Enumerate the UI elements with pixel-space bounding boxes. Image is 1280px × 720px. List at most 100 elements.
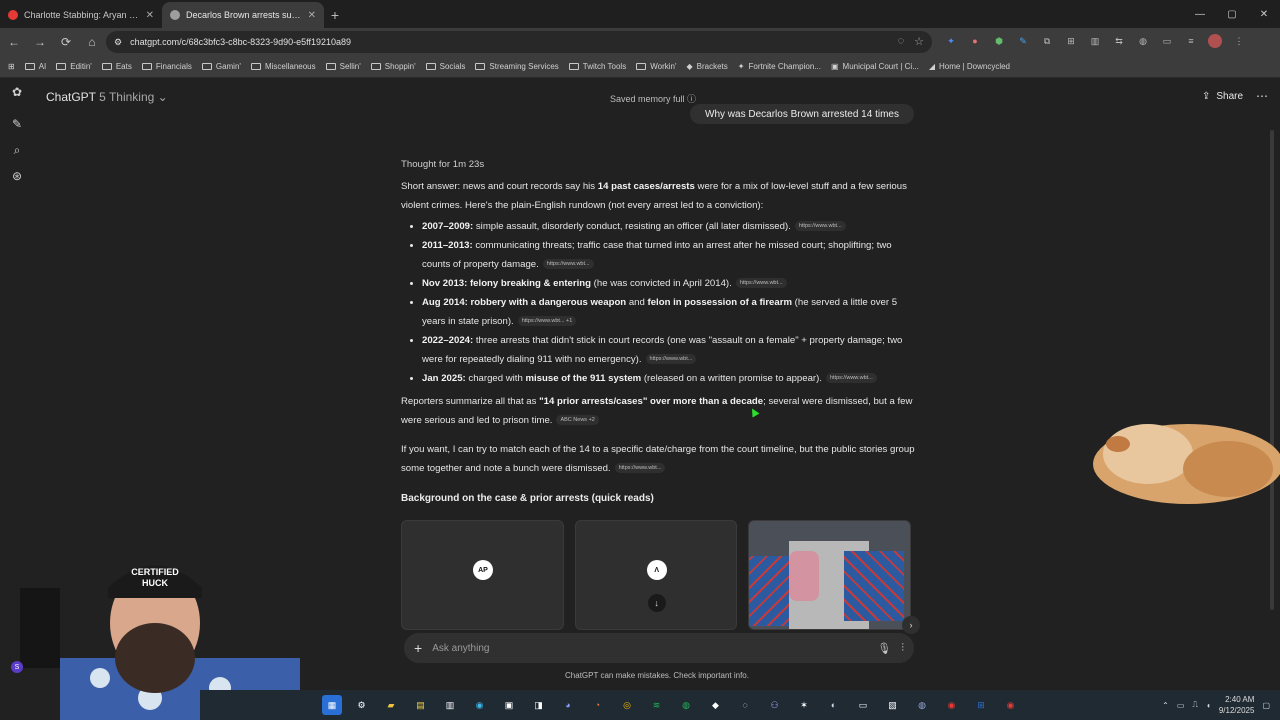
close-tab-icon[interactable]: ✕ bbox=[308, 10, 316, 21]
sticky-notes-icon[interactable]: ▤ bbox=[411, 695, 431, 715]
openai-logo-icon[interactable]: ✿ bbox=[0, 80, 34, 104]
firefox-icon[interactable]: ◔ bbox=[588, 695, 608, 715]
extension-icon[interactable]: ◍ bbox=[1136, 34, 1150, 48]
spotify-icon[interactable]: ◍ bbox=[676, 695, 696, 715]
more-options-button[interactable]: ⋯ bbox=[1256, 89, 1268, 103]
citation-chip[interactable]: ABC News +2 bbox=[556, 415, 599, 426]
news-card[interactable]: Λ ↓ bbox=[574, 520, 738, 630]
share-button[interactable]: ⇪ Share bbox=[1202, 91, 1243, 102]
message-composer[interactable]: + Ask anything 🎙 ⫶ bbox=[404, 633, 914, 663]
extension-icon[interactable]: ✎ bbox=[1016, 34, 1030, 48]
thought-duration[interactable]: Thought for 1m 23s bbox=[401, 155, 916, 174]
citation-chip[interactable]: https://www.wbt... +1 bbox=[517, 316, 577, 327]
new-tab-button[interactable]: + bbox=[324, 2, 346, 28]
bookmark-link[interactable]: ◢ Home | Downcycled bbox=[929, 62, 1010, 71]
usb-icon[interactable]: ⎍ bbox=[1192, 700, 1198, 710]
taskbar-app-icon[interactable]: ◆ bbox=[706, 695, 726, 715]
taskbar-app-icon[interactable]: ◉ bbox=[942, 695, 962, 715]
taskbar-app-icon[interactable]: ▣ bbox=[499, 695, 519, 715]
bookmark-folder[interactable]: Editin' bbox=[56, 62, 92, 71]
taskbar-app-icon[interactable]: ▦ bbox=[322, 695, 342, 715]
bookmark-folder[interactable]: AI bbox=[24, 62, 46, 71]
puzzle-icon[interactable]: ⧉ bbox=[1040, 34, 1054, 48]
extension-icon[interactable]: ✦ bbox=[944, 34, 958, 48]
bookmark-folder[interactable]: Streaming Services bbox=[475, 62, 559, 71]
controller-icon[interactable]: ⚇ bbox=[765, 695, 785, 715]
taskbar-app-icon[interactable]: ◌ bbox=[735, 695, 755, 715]
back-button[interactable]: ← bbox=[2, 30, 26, 54]
browser-tab-active[interactable]: Decarlos Brown arrests summ ✕ bbox=[162, 2, 324, 28]
citation-chip[interactable]: https://www.wbt... bbox=[825, 373, 877, 384]
bookmark-link[interactable]: ▣ Municipal Court | Ci... bbox=[831, 62, 919, 71]
discord-icon[interactable]: ◕ bbox=[558, 695, 578, 715]
avatar[interactable] bbox=[1208, 34, 1222, 48]
browser-tab[interactable]: Charlotte Stabbing: Aryan Prisc ✕ bbox=[0, 2, 162, 28]
profile-avatar[interactable]: S bbox=[11, 661, 23, 673]
bookmark-folder[interactable]: Workin' bbox=[636, 62, 677, 71]
close-window-button[interactable]: ✕ bbox=[1248, 0, 1280, 28]
news-card[interactable]: AP bbox=[401, 520, 564, 630]
network-icon[interactable]: ▭ bbox=[1177, 701, 1185, 710]
citation-chip[interactable]: https://www.wbt... bbox=[614, 463, 666, 474]
extension-icon[interactable]: ● bbox=[968, 34, 982, 48]
spotify-icon[interactable]: ≋ bbox=[647, 695, 667, 715]
bookmark-star-icon[interactable]: ☆ bbox=[914, 35, 924, 48]
download-icon[interactable]: ↓ bbox=[647, 594, 666, 612]
forward-button[interactable]: → bbox=[28, 30, 52, 54]
extension-icon[interactable]: ⊞ bbox=[1064, 34, 1078, 48]
microphone-icon[interactable]: 🎙 bbox=[877, 642, 891, 655]
composer-input[interactable]: Ask anything bbox=[432, 643, 867, 654]
chrome-icon[interactable]: ◎ bbox=[617, 695, 637, 715]
bookmark-link[interactable]: ✦ Fortnite Champion... bbox=[738, 62, 821, 71]
library-icon[interactable]: ⊛ bbox=[0, 164, 34, 188]
taskbar-app-icon[interactable]: ✶ bbox=[794, 695, 814, 715]
steam-icon[interactable]: ◐ bbox=[824, 695, 844, 715]
translate-icon[interactable]: ⇆ bbox=[1112, 34, 1126, 48]
taskbar-app-icon[interactable]: ◍ bbox=[912, 695, 932, 715]
bookmark-link[interactable]: ◆ Brackets bbox=[687, 62, 728, 71]
chevron-up-icon[interactable]: ⌃ bbox=[1162, 701, 1169, 710]
settings-icon[interactable]: ⚙ bbox=[352, 695, 372, 715]
scrollbar[interactable] bbox=[1270, 130, 1274, 610]
trash-icon[interactable]: ▥ bbox=[1088, 34, 1102, 48]
taskbar-app-icon[interactable]: ◨ bbox=[529, 695, 549, 715]
taskbar-app-icon[interactable]: ◉ bbox=[1001, 695, 1021, 715]
taskbar-app-icon[interactable]: ▥ bbox=[440, 695, 460, 715]
bookmark-folder[interactable]: Financials bbox=[141, 62, 192, 71]
reload-button[interactable]: ⟳ bbox=[54, 30, 78, 54]
bookmark-folder[interactable]: Socials bbox=[425, 62, 465, 71]
taskbar-app-icon[interactable]: ▧ bbox=[883, 695, 903, 715]
bookmark-folder[interactable]: Shoppin' bbox=[370, 62, 416, 71]
taskbar-app-icon[interactable]: ▭ bbox=[853, 695, 873, 715]
model-selector[interactable]: ChatGPT 5 Thinking ⌄ bbox=[46, 90, 168, 104]
bookmark-folder[interactable]: Sellin' bbox=[325, 62, 361, 71]
citation-chip[interactable]: https://www.wbt... bbox=[794, 221, 846, 232]
windows-icon[interactable]: ⊞ bbox=[971, 695, 991, 715]
notification-icon[interactable]: ▢ bbox=[1262, 701, 1270, 710]
bookmark-folder[interactable]: Miscellaneous bbox=[250, 62, 316, 71]
kebab-menu-icon[interactable]: ⋮ bbox=[1232, 34, 1246, 48]
file-explorer-icon[interactable]: ▰ bbox=[381, 695, 401, 715]
news-card-image[interactable] bbox=[748, 520, 912, 630]
apps-grid-icon[interactable]: ⊞ bbox=[8, 62, 15, 71]
eye-off-icon[interactable]: ◌ bbox=[898, 35, 905, 48]
memory-status[interactable]: Saved memory full ⓘ bbox=[610, 92, 696, 105]
citation-chip[interactable]: https://www.wbt... bbox=[645, 354, 697, 365]
edge-icon[interactable]: ◉ bbox=[470, 695, 490, 715]
site-info-icon[interactable]: ⚙ bbox=[114, 37, 122, 48]
system-clock[interactable]: 2:40 AM 9/12/2025 bbox=[1219, 694, 1255, 716]
minimize-button[interactable]: — bbox=[1184, 0, 1216, 28]
citation-chip[interactable]: https://www.wbt... bbox=[542, 259, 594, 270]
carousel-next-button[interactable]: › bbox=[902, 616, 920, 634]
bookmark-folder[interactable]: Eats bbox=[101, 62, 132, 71]
shield-icon[interactable]: ⬢ bbox=[992, 34, 1006, 48]
search-icon[interactable]: ⌕ bbox=[0, 138, 34, 162]
voice-mode-icon[interactable]: ⫶ bbox=[901, 642, 904, 655]
bookmark-folder[interactable]: Gamin' bbox=[201, 62, 241, 71]
menu-icon[interactable]: ≡ bbox=[1184, 34, 1198, 48]
speaker-icon[interactable]: ◖ bbox=[1206, 701, 1211, 710]
home-button[interactable]: ⌂ bbox=[80, 30, 104, 54]
close-tab-icon[interactable]: ✕ bbox=[146, 10, 154, 21]
maximize-button[interactable]: ▢ bbox=[1216, 0, 1248, 28]
citation-chip[interactable]: https://www.wbt... bbox=[735, 278, 787, 289]
